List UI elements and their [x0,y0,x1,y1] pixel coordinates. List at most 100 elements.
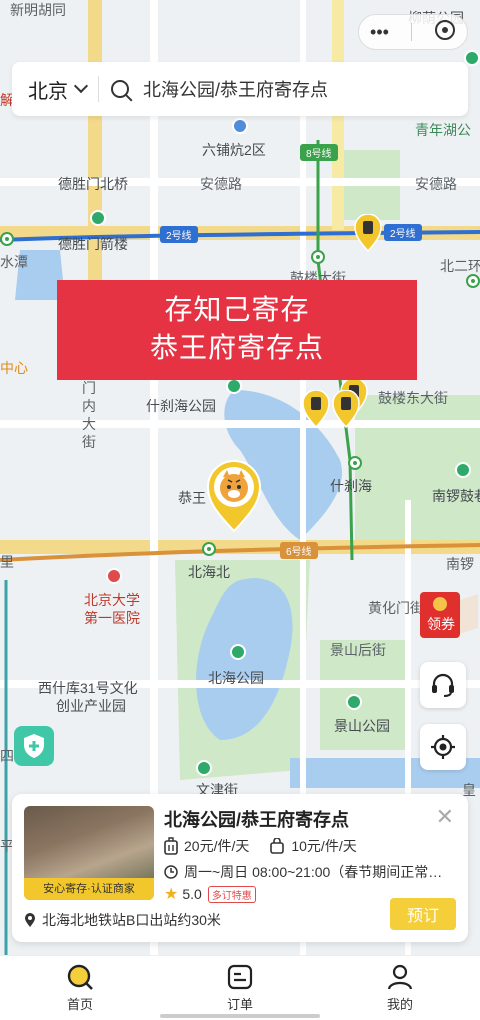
locate-icon [431,735,455,759]
metro-line-badge: 2号线 [384,224,422,241]
map-label: 安德路 [200,176,242,192]
locker-pin-icon[interactable] [302,390,330,428]
poi-icon [464,50,480,66]
map-label: 什刹海 [330,478,372,494]
poi-icon [455,462,471,478]
map-label: 内 [82,398,96,414]
hours-row: 周一~周日 08:00~21:00（春节期间正常… [164,862,454,882]
rating-row: ★ 5.0 多订特惠 [164,884,256,904]
promo-banner: 存知己寄存 恭王府寄存点 [57,280,417,380]
bag-icon [270,838,285,854]
divider [98,76,99,102]
nav-item-profile[interactable]: 我的 [360,963,440,1013]
close-icon[interactable]: ✕ [436,804,454,830]
map-label: 四 [0,748,14,764]
search-bar: 北京 北海公园/恭王府寄存点 [12,62,468,116]
store-thumbnail: 安心寄存·认证商家 [24,806,154,900]
clock-icon [164,865,178,879]
map-label: 德胜门北桥 [58,176,128,192]
banner-line1: 存知己寄存 [164,294,310,325]
poi-icon [232,118,248,134]
ellipsis-icon[interactable]: ••• [370,22,389,43]
store-card[interactable]: 安心寄存·认证商家 北海公园/恭王府寄存点 ✕ 20元/件/天 10元/件/天 … [12,794,468,942]
map-label: 街 [82,434,96,450]
map-label: 什刹海公园 [146,398,216,414]
home-indicator [160,1014,320,1018]
customer-service-button[interactable] [420,662,466,708]
coupon-button[interactable]: 领券 [418,588,480,640]
order-icon [227,964,253,990]
map-label: 北海公园 [208,670,264,686]
discount-tag: 多订特惠 [207,885,256,903]
nav-item-orders[interactable]: 订单 [200,963,280,1013]
city-selector[interactable]: 北京 [12,75,89,104]
poi-icon [90,210,106,226]
store-address: 北海北地铁站B口出站约30米 [42,912,221,928]
price-small: 20元/件/天 [184,838,250,854]
selected-store-pin-icon[interactable] [206,460,262,532]
safety-shield-button[interactable] [14,726,54,766]
poi-icon [106,568,122,584]
map-label: 北海北 [188,564,230,580]
nav-item-home[interactable]: 首页 [40,963,120,1013]
metro-station-icon [348,456,362,470]
metro-line-badge: 6号线 [280,542,318,559]
nav-label-home: 首页 [66,997,93,1012]
map-label: 里 [0,554,14,570]
map-label: 鼓楼东大街 [378,390,448,406]
search-icon [111,80,129,98]
map-label: 德胜门箭楼 [58,236,128,252]
coupon-label: 领券 [427,616,455,632]
store-name: 北海公园/恭王府寄存点 [164,810,349,830]
map-label: 大 [82,416,96,432]
price-row: 20元/件/天 10元/件/天 [164,836,377,856]
target-circle-icon[interactable] [434,19,456,46]
map-label: 恭王 [178,490,206,506]
map-label: 青年湖公 [415,122,471,138]
map-label: 景山公园 [334,718,390,734]
city-label: 北京 [28,80,68,103]
metro-station-icon [202,542,216,556]
map-label: 门 [82,380,96,396]
map-label: 创业产业园 [56,698,126,714]
address-row: 北海北地铁站B口出站约30米 [24,910,221,930]
location-pin-icon [25,913,35,927]
search-input[interactable]: 北海公园/恭王府寄存点 [143,76,328,102]
opening-hours: 周一~周日 08:00~21:00（春节期间正常… [184,864,443,880]
banner-line2: 恭王府寄存点 [149,332,324,363]
rating-value: 5.0 [182,886,202,902]
map-label: 中心 [0,360,28,376]
map-label: 黄化门街 [368,600,424,616]
locker-pin-icon[interactable] [332,390,360,428]
metro-station-icon [0,232,14,246]
map-label: 北京大学 [84,592,140,608]
book-button[interactable]: 预订 [390,898,456,930]
star-icon: ★ [164,886,179,903]
metro-line-badge: 8号线 [300,144,338,161]
map-label: 西什库31号文化 [38,680,138,696]
map-label: 水潭 [0,254,28,270]
metro-station-icon [466,274,480,288]
locate-button[interactable] [420,724,466,770]
poi-icon [346,694,362,710]
certified-badge: 安心寄存·认证商家 [24,878,154,900]
map-label: 南锣鼓巷 [432,488,480,504]
luggage-icon [164,837,178,855]
map-label: 安德路 [415,176,457,192]
metro-station-icon [311,250,325,264]
map-label: 南锣 [446,556,474,572]
metro-line-badge: 2号线 [160,226,198,243]
map-label: 六铺炕2区 [202,142,266,158]
map-label: 北二环 [440,258,480,274]
price-large: 10元/件/天 [291,838,357,854]
poi-icon [230,644,246,660]
locker-pin-icon[interactable] [354,214,382,252]
poi-icon [226,378,242,394]
map-label: 新明胡同 [10,2,66,18]
nav-label-orders: 订单 [226,997,253,1012]
nav-label-profile: 我的 [386,997,413,1012]
search-home-icon [67,964,93,990]
miniprogram-capsule: ••• [358,14,468,50]
headset-icon [432,673,454,697]
chevron-down-icon [73,78,89,94]
